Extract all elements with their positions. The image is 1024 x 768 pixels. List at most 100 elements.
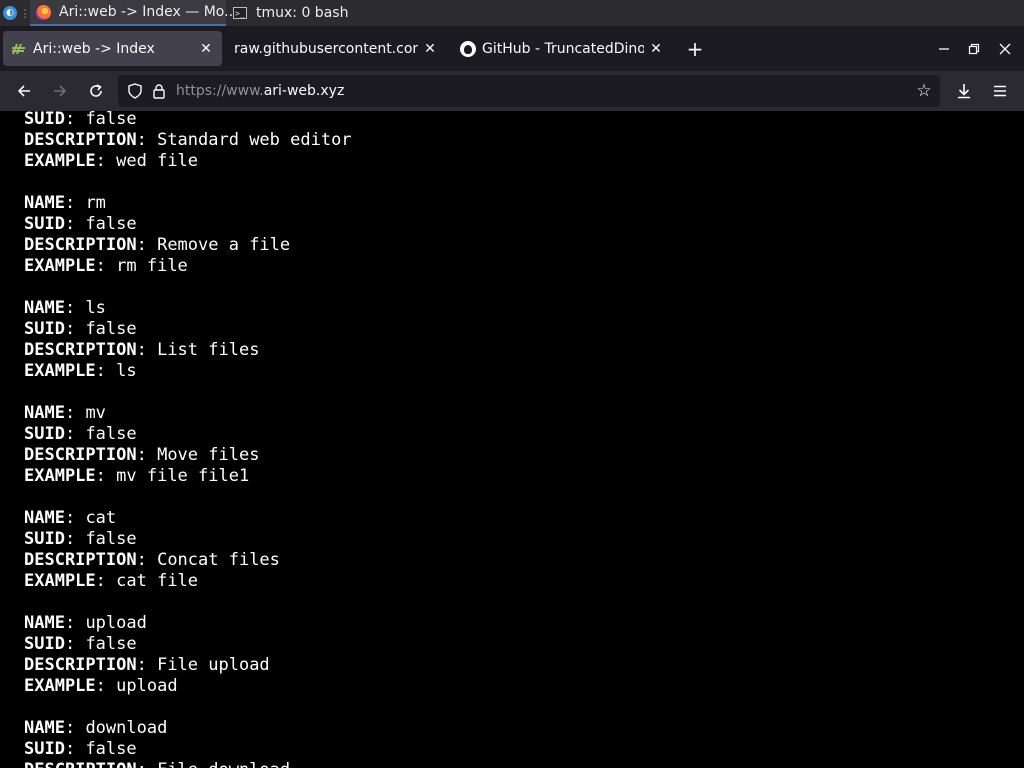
tab-close-icon[interactable]: ✕ <box>648 41 664 57</box>
field-key: NAME <box>24 718 65 738</box>
taskbar: ◐ ⋮ Ari::web -> Index — Mo... >_ tmux: 0… <box>0 0 1024 26</box>
field-line: EXAMPLE: wed file <box>24 151 352 172</box>
field-key: EXAMPLE <box>24 151 96 171</box>
field-value: mv <box>85 403 106 423</box>
field-line: SUID: false <box>24 214 352 235</box>
reload-button[interactable] <box>84 79 108 103</box>
field-line: DESCRIPTION: File download <box>24 760 352 768</box>
tab-label: Ari::web -> Index <box>33 40 155 57</box>
app-menu-button[interactable] <box>988 79 1012 103</box>
field-key: DESCRIPTION <box>24 445 137 465</box>
terminal-icon: >_ <box>232 5 248 21</box>
field-value: false <box>85 739 137 759</box>
field-separator: : <box>95 676 117 696</box>
field-line: EXAMPLE: ls <box>24 361 352 382</box>
field-separator: : <box>95 571 117 591</box>
field-value: Move files <box>157 445 260 465</box>
entry-spacer <box>24 697 352 718</box>
field-separator: : <box>64 193 86 213</box>
entry-spacer <box>24 382 352 403</box>
taskbar-task-title: tmux: 0 bash <box>256 5 349 21</box>
field-value: false <box>85 319 137 339</box>
field-value: Standard web editor <box>157 130 352 150</box>
tab-github[interactable]: GitHub - TruncatedDinosour ✕ <box>452 31 672 66</box>
field-separator: : <box>95 466 117 486</box>
field-key: DESCRIPTION <box>24 655 137 675</box>
field-key: SUID <box>24 634 65 654</box>
taskbar-task-firefox[interactable]: Ari::web -> Index — Mo... <box>30 0 237 26</box>
firefox-icon <box>36 4 51 20</box>
field-value: ls <box>85 298 106 318</box>
field-separator: : <box>64 214 86 234</box>
field-line: SUID: false <box>24 529 352 550</box>
downloads-button[interactable] <box>952 79 976 103</box>
field-separator: : <box>136 340 158 360</box>
minimize-button[interactable] <box>929 31 959 66</box>
tab-close-icon[interactable]: ✕ <box>422 41 438 57</box>
field-key: EXAMPLE <box>24 571 96 591</box>
navigation-toolbar: https://www.ari-web.xyz ☆ <box>0 71 1024 111</box>
field-value: false <box>85 634 137 654</box>
field-line: DESCRIPTION: Move files <box>24 445 352 466</box>
restore-button[interactable] <box>959 31 989 66</box>
field-value: Concat files <box>157 550 280 570</box>
field-line: SUID: false <box>24 111 352 130</box>
field-line: NAME: mv <box>24 403 352 424</box>
field-line: DESCRIPTION: File upload <box>24 655 352 676</box>
field-separator: : <box>64 739 86 759</box>
field-line: SUID: false <box>24 424 352 445</box>
field-separator: : <box>64 111 86 129</box>
field-line: EXAMPLE: rm file <box>24 256 352 277</box>
back-button[interactable] <box>12 79 36 103</box>
field-value: Remove a file <box>157 235 291 255</box>
field-separator: : <box>95 151 117 171</box>
field-value: List files <box>157 340 260 360</box>
field-key: SUID <box>24 424 65 444</box>
entry-spacer <box>24 277 352 298</box>
field-separator: : <box>136 655 158 675</box>
field-key: EXAMPLE <box>24 676 96 696</box>
field-key: NAME <box>24 298 65 318</box>
field-value: false <box>85 529 137 549</box>
field-value: ls <box>116 361 137 381</box>
shield-icon[interactable] <box>126 82 144 100</box>
field-line: DESCRIPTION: Standard web editor <box>24 130 352 151</box>
field-key: SUID <box>24 319 65 339</box>
field-line: SUID: false <box>24 634 352 655</box>
distro-launcher-icon[interactable]: ◐ <box>0 0 20 26</box>
taskbar-task-terminal[interactable]: >_ tmux: 0 bash <box>226 0 424 26</box>
close-window-button[interactable] <box>990 31 1020 66</box>
field-value: download <box>85 718 168 738</box>
tab-ari-web[interactable]: Ari::web -> Index ✕ <box>3 31 222 66</box>
entry-spacer <box>24 592 352 613</box>
field-key: DESCRIPTION <box>24 760 137 768</box>
field-key: NAME <box>24 508 65 528</box>
field-key: SUID <box>24 214 65 234</box>
url-text[interactable]: https://www.ari-web.xyz <box>176 83 344 99</box>
field-value: cat file <box>116 571 199 591</box>
tab-close-icon[interactable]: ✕ <box>198 41 214 57</box>
field-line: EXAMPLE: cat file <box>24 571 352 592</box>
command-entry: NAME: downloadSUID: falseDESCRIPTION: Fi… <box>24 718 352 768</box>
field-line: SUID: false <box>24 739 352 760</box>
field-key: DESCRIPTION <box>24 235 137 255</box>
field-line: EXAMPLE: mv file file1 <box>24 466 352 487</box>
forward-button[interactable] <box>48 79 72 103</box>
field-separator: : <box>64 319 86 339</box>
field-value: File download <box>157 760 290 768</box>
field-value: false <box>85 111 137 129</box>
command-entry: NAME: rm SUID: false DESCRIPTION: Remove a… <box>24 193 352 277</box>
url-bar[interactable]: https://www.ari-web.xyz ☆ <box>118 75 940 107</box>
lock-icon[interactable] <box>150 82 168 100</box>
field-separator: : <box>136 130 158 150</box>
field-separator: : <box>136 550 158 570</box>
site-favicon-icon <box>11 41 27 57</box>
field-separator: : <box>64 298 86 318</box>
bookmark-star-icon[interactable]: ☆ <box>914 81 934 101</box>
field-value: cat <box>85 508 117 528</box>
new-tab-button[interactable]: + <box>684 31 706 66</box>
taskbar-task-title: Ari::web -> Index — Mo... <box>59 4 238 20</box>
field-line: NAME: download <box>24 718 352 739</box>
tab-raw-github[interactable]: raw.githubusercontent.com/ ✕ <box>226 31 446 66</box>
page-content: SUID: false DESCRIPTION: Standard web edi… <box>0 111 1024 768</box>
